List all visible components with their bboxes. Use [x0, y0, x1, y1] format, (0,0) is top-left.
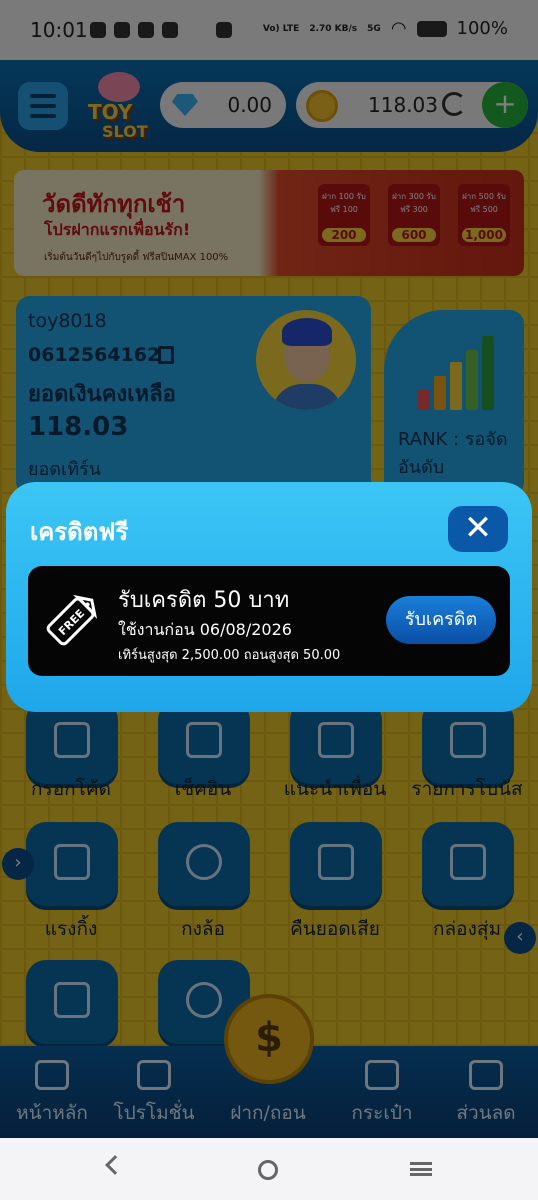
claim-credit-button[interactable]: รับเครดิต: [386, 596, 496, 644]
back-icon[interactable]: [105, 1155, 125, 1175]
credit-offer: FREE รับเครดิต 50 บาท ใช้งานก่อน 06/08/2…: [28, 566, 510, 676]
credit-expiry: ใช้งานก่อน 06/08/2026: [118, 620, 292, 639]
credit-title: รับเครดิต 50 บาท: [118, 588, 290, 613]
modal-title: เครดิตฟรี: [30, 518, 129, 546]
credit-limits: เทิร์นสูงสุด 2,500.00 ถอนสูงสุด 50.00: [118, 648, 341, 663]
svg-text:FREE: FREE: [56, 607, 87, 638]
close-button[interactable]: ✕: [448, 506, 508, 552]
free-credit-modal: เครดิตฟรี ✕ FREE รับเครดิต 50 บาท ใช้งาน…: [6, 482, 532, 712]
recents-icon[interactable]: [410, 1162, 432, 1176]
free-tag-icon: FREE: [46, 594, 98, 646]
home-circle-icon[interactable]: [258, 1160, 278, 1180]
system-nav-bar: [0, 1138, 538, 1200]
